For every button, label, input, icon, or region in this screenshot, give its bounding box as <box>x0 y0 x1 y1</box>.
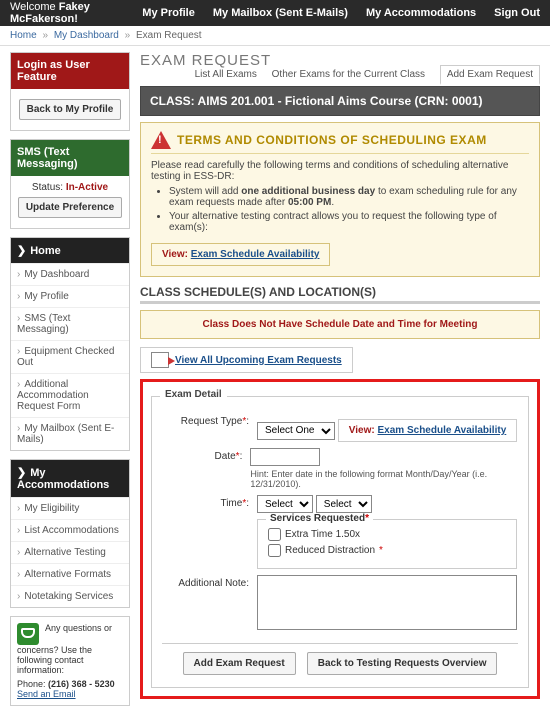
phone-icon <box>17 623 39 645</box>
service-reduced-distraction[interactable]: Reduced Distraction* <box>268 544 383 557</box>
exam-availability-link-2[interactable]: Exam Schedule Availability <box>378 425 507 436</box>
time-hour-select[interactable]: Select <box>257 495 313 513</box>
sidebar: Login as User Feature Back to My Profile… <box>10 52 130 706</box>
no-schedule-msg: Class Does Not Have Schedule Date and Ti… <box>140 310 540 339</box>
additional-note-label: Additional Note: <box>162 575 257 589</box>
sidebar-item-sms[interactable]: SMS (Text Messaging) <box>11 307 129 340</box>
nav-my-profile[interactable]: My Profile <box>142 7 195 19</box>
top-bar: Welcome Fakey McFakerson! My Profile My … <box>0 0 550 26</box>
tab-list-all[interactable]: List All Exams <box>195 69 257 80</box>
exam-detail-fieldset: Exam Detail Request Type*: Select One Vi… <box>151 396 529 688</box>
home-box-header: ❯Home <box>11 238 129 263</box>
page-title: EXAM REQUEST <box>140 52 271 69</box>
login-box-header: Login as User Feature <box>11 53 129 89</box>
welcome-text: Welcome Fakey McFakerson! <box>10 1 124 25</box>
request-type-select[interactable]: Select One <box>257 422 335 440</box>
sidebar-item-dashboard[interactable]: My Dashboard <box>11 263 129 285</box>
sidebar-item-list-accom[interactable]: List Accommodations <box>11 519 129 541</box>
crumb-dashboard[interactable]: My Dashboard <box>54 30 119 41</box>
back-overview-button[interactable]: Back to Testing Requests Overview <box>307 652 498 675</box>
date-hint: Hint: Enter date in the following format… <box>250 469 518 489</box>
extra-time-checkbox[interactable] <box>268 528 281 541</box>
terms-bullet: System will add one additional business … <box>169 186 529 208</box>
terms-title: TERMS AND CONDITIONS OF SCHEDULING EXAM <box>177 133 487 147</box>
sidebar-item-accom-form[interactable]: Additional Accommodation Request Form <box>11 373 129 417</box>
sms-status: Status: In-Active <box>17 182 123 193</box>
contact-phone: Phone: (216) 368 - 5230 <box>17 679 123 689</box>
exam-detail-highlight: Exam Detail Request Type*: Select One Vi… <box>140 379 540 699</box>
service-extra-time[interactable]: Extra Time 1.50x <box>268 528 360 541</box>
crumb-current: Exam Request <box>136 30 202 41</box>
send-email-link[interactable]: Send an Email <box>17 689 76 699</box>
warning-icon <box>151 131 171 149</box>
services-title: Services Requested* <box>266 513 373 524</box>
accom-box-header: ❯My Accommodations <box>11 460 129 497</box>
terms-bullet: Your alternative testing contract allows… <box>169 211 529 233</box>
date-input[interactable] <box>250 448 320 466</box>
terms-intro: Please read carefully the following term… <box>151 160 529 182</box>
schedule-section-title: CLASS SCHEDULE(S) AND LOCATION(S) <box>140 285 540 304</box>
time-min-select[interactable]: Select <box>316 495 372 513</box>
class-header: CLASS: AIMS 201.001 - Fictional Aims Cou… <box>140 86 540 116</box>
crumb-sep: » <box>125 30 131 41</box>
view-availability-box: View: Exam Schedule Availability <box>151 243 330 266</box>
main-content: EXAM REQUEST List All Exams Other Exams … <box>140 52 540 706</box>
breadcrumb: Home » My Dashboard » Exam Request <box>0 26 550 46</box>
sidebar-item-eligibility[interactable]: My Eligibility <box>11 497 129 519</box>
sms-box-header: SMS (Text Messaging) <box>11 140 129 176</box>
tab-other-exams[interactable]: Other Exams for the Current Class <box>272 69 425 80</box>
terms-box: TERMS AND CONDITIONS OF SCHEDULING EXAM … <box>140 122 540 277</box>
exam-availability-link[interactable]: Exam Schedule Availability <box>191 249 320 260</box>
sidebar-item-notetaking[interactable]: Notetaking Services <box>11 585 129 607</box>
date-label: Date*: <box>162 448 250 462</box>
nav-sign-out[interactable]: Sign Out <box>494 7 540 19</box>
chevron-down-icon: ❯ <box>17 467 26 479</box>
nav-my-accommodations[interactable]: My Accommodations <box>366 7 476 19</box>
reduced-distraction-checkbox[interactable] <box>268 544 281 557</box>
document-arrow-icon <box>151 352 169 368</box>
time-label: Time*: <box>162 495 257 509</box>
sidebar-item-equipment[interactable]: Equipment Checked Out <box>11 340 129 373</box>
crumb-home[interactable]: Home <box>10 30 37 41</box>
update-preference-button[interactable]: Update Preference <box>18 197 122 218</box>
tab-add-exam[interactable]: Add Exam Request <box>440 65 540 85</box>
chevron-down-icon: ❯ <box>17 245 26 257</box>
crumb-sep: » <box>42 30 48 41</box>
sidebar-item-profile[interactable]: My Profile <box>11 285 129 307</box>
contact-box: Any questions or concerns? Use the follo… <box>10 616 130 706</box>
back-to-profile-button[interactable]: Back to My Profile <box>19 99 122 120</box>
nav-my-mailbox[interactable]: My Mailbox (Sent E-Mails) <box>213 7 348 19</box>
exam-detail-legend: Exam Detail <box>160 389 227 400</box>
services-fieldset: Services Requested* Extra Time 1.50x Red… <box>257 519 517 569</box>
upcoming-requests-link[interactable]: View All Upcoming Exam Requests <box>175 355 342 366</box>
request-type-label: Request Type*: <box>162 413 257 427</box>
add-exam-request-button[interactable]: Add Exam Request <box>183 652 296 675</box>
sidebar-item-mailbox[interactable]: My Mailbox (Sent E-Mails) <box>11 417 129 450</box>
upcoming-requests-box[interactable]: View All Upcoming Exam Requests <box>140 347 353 373</box>
sidebar-item-alt-testing[interactable]: Alternative Testing <box>11 541 129 563</box>
additional-note-textarea[interactable] <box>257 575 517 630</box>
sidebar-item-alt-formats[interactable]: Alternative Formats <box>11 563 129 585</box>
